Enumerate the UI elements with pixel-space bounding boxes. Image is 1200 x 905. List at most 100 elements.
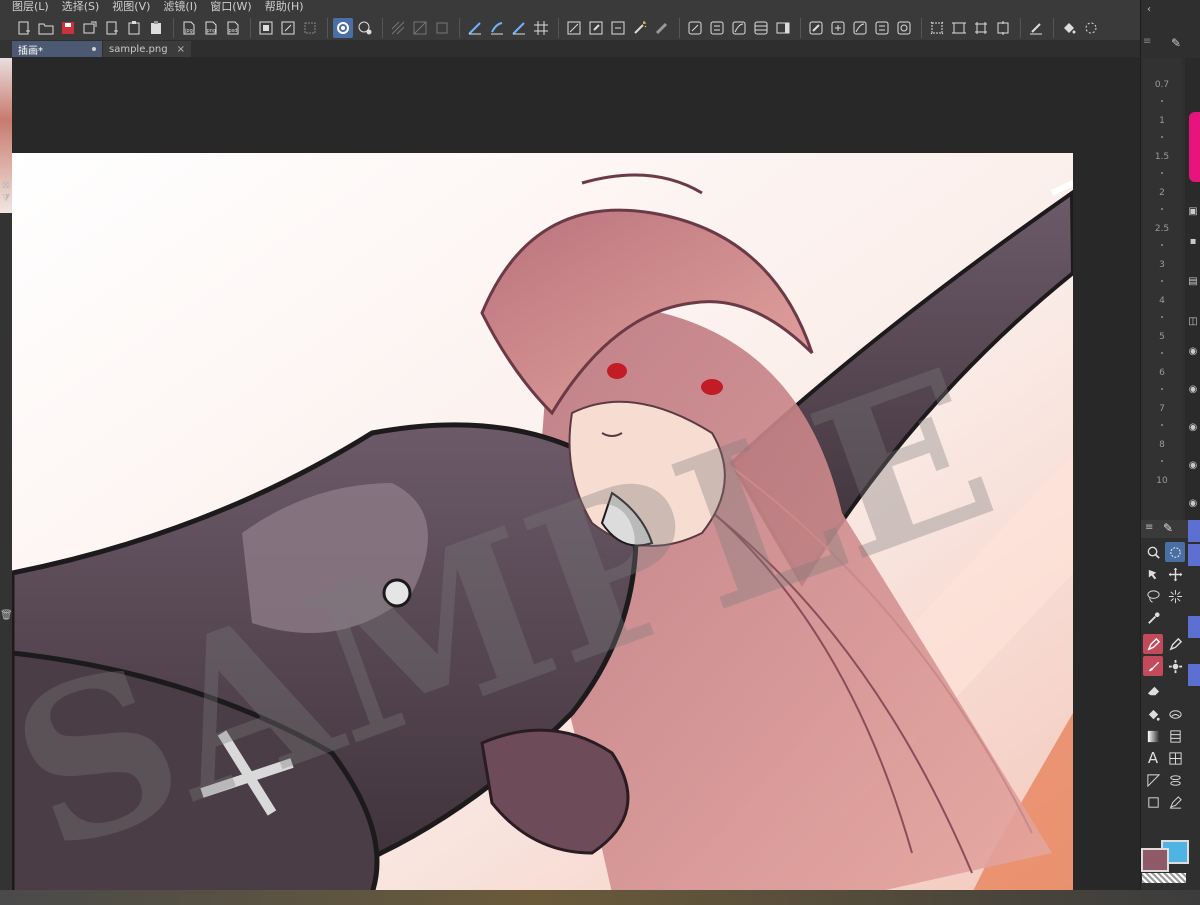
- export-icon[interactable]: [80, 18, 100, 38]
- square-icon[interactable]: [432, 18, 452, 38]
- panel-menu-icon[interactable]: ≡: [1145, 522, 1153, 533]
- canvas-size-icon[interactable]: [278, 18, 298, 38]
- selection-a-icon[interactable]: [806, 18, 826, 38]
- curve-snap-icon[interactable]: [487, 18, 507, 38]
- decoration-icon[interactable]: [1165, 656, 1185, 676]
- main-color-swatch[interactable]: [1141, 848, 1169, 872]
- navigator-zoom-icon[interactable]: ⊠: [0, 180, 12, 192]
- balloon-icon[interactable]: [1143, 770, 1163, 790]
- layer-folder-icon[interactable]: ▤: [1187, 276, 1199, 288]
- transform-icon[interactable]: [685, 18, 705, 38]
- eye-icon[interactable]: ◉: [1187, 498, 1199, 510]
- collapse-arrow-icon[interactable]: ‹: [1147, 4, 1151, 15]
- scale-icon[interactable]: [707, 18, 727, 38]
- drawing-canvas[interactable]: SAMPLE: [12, 153, 1073, 890]
- move-layer-icon[interactable]: [1143, 564, 1163, 584]
- zoom-icon[interactable]: [1143, 542, 1163, 562]
- crop-icon[interactable]: [300, 18, 320, 38]
- blend-icon[interactable]: [1165, 704, 1185, 724]
- figure-icon[interactable]: [1165, 726, 1185, 746]
- selection-c-icon[interactable]: [850, 18, 870, 38]
- eyedropper-icon[interactable]: [1143, 608, 1163, 628]
- ruler-icon[interactable]: [1165, 770, 1185, 790]
- save-icon[interactable]: [58, 18, 78, 38]
- auto-select-icon[interactable]: [1165, 586, 1185, 606]
- command-bar: jpg png psd: [0, 14, 1140, 42]
- fill-icon[interactable]: [1143, 704, 1163, 724]
- selection-e-icon[interactable]: [894, 18, 914, 38]
- export-png-icon[interactable]: png: [201, 18, 221, 38]
- layer-edit-icon[interactable]: [586, 18, 606, 38]
- rotate-view-icon[interactable]: [355, 18, 375, 38]
- grid-icon[interactable]: [531, 18, 551, 38]
- display-icon[interactable]: [773, 18, 793, 38]
- eye-icon[interactable]: ◉: [1187, 460, 1199, 472]
- paste-special-icon[interactable]: [146, 18, 166, 38]
- text-icon[interactable]: A: [1143, 748, 1163, 768]
- layer-mask-icon[interactable]: ◫: [1187, 316, 1199, 328]
- close-icon[interactable]: ×: [177, 44, 185, 55]
- panel-menu-icon[interactable]: ≡: [1143, 36, 1151, 47]
- export-psd-icon[interactable]: psd: [223, 18, 243, 38]
- hatch-b-icon[interactable]: [410, 18, 430, 38]
- transform-c-icon[interactable]: [971, 18, 991, 38]
- sub-tool-tab[interactable]: [1188, 664, 1200, 686]
- brush-size-icon[interactable]: ✎: [1171, 36, 1181, 50]
- eye-icon[interactable]: ◉: [1187, 346, 1199, 358]
- selection-b-icon[interactable]: [828, 18, 848, 38]
- transparent-color-swatch[interactable]: [1142, 873, 1186, 883]
- menu-view[interactable]: 视图(V): [112, 0, 150, 14]
- layer-link-icon[interactable]: ▪: [1187, 236, 1199, 248]
- tab-sample-png[interactable]: sample.png ×: [103, 41, 191, 57]
- eye-icon[interactable]: ◉: [1187, 384, 1199, 396]
- transform-a-icon[interactable]: [927, 18, 947, 38]
- layer-thumb-icon[interactable]: ▣: [1187, 206, 1199, 218]
- eye-icon[interactable]: ◉: [1187, 422, 1199, 434]
- sub-tool-tab[interactable]: [1188, 616, 1200, 638]
- gradient-icon[interactable]: [1143, 726, 1163, 746]
- eraser-icon[interactable]: [1143, 680, 1163, 700]
- tone-icon[interactable]: [564, 18, 584, 38]
- sub-tool-tab[interactable]: [1188, 544, 1200, 566]
- export-jpg-icon[interactable]: jpg: [179, 18, 199, 38]
- fill-bucket-icon[interactable]: [1059, 18, 1079, 38]
- move-icon[interactable]: [1165, 564, 1185, 584]
- frame-icon[interactable]: [1165, 748, 1185, 768]
- selection-d-icon[interactable]: [872, 18, 892, 38]
- tab-illustration[interactable]: 插画*: [12, 41, 102, 57]
- modified-dot-icon: [92, 47, 96, 51]
- select-icon[interactable]: [1165, 542, 1185, 562]
- snap-icon[interactable]: [333, 18, 353, 38]
- mesh-icon[interactable]: [751, 18, 771, 38]
- brush-clear-icon[interactable]: [652, 18, 672, 38]
- open-folder-icon[interactable]: [36, 18, 56, 38]
- hatch-icon[interactable]: [388, 18, 408, 38]
- operation-icon[interactable]: [1165, 792, 1185, 812]
- transform-b-icon[interactable]: [949, 18, 969, 38]
- layer-lock-icon[interactable]: [608, 18, 628, 38]
- copy-new-icon[interactable]: [102, 18, 122, 38]
- trash-icon[interactable]: 🗑: [0, 610, 13, 622]
- line-snap-icon[interactable]: [509, 18, 529, 38]
- ruler-snap-icon[interactable]: [465, 18, 485, 38]
- sub-tool-tab[interactable]: [1188, 520, 1200, 542]
- magic-wand-icon[interactable]: [630, 18, 650, 38]
- menu-select[interactable]: 选择(S): [62, 0, 100, 14]
- transform-d-icon[interactable]: [993, 18, 1013, 38]
- menu-layer[interactable]: 图层(L): [12, 0, 49, 14]
- new-file-icon[interactable]: [14, 18, 34, 38]
- pencil-icon[interactable]: [1165, 634, 1185, 654]
- menu-window[interactable]: 窗口(W): [210, 0, 251, 14]
- pen-pressure-icon[interactable]: [1026, 18, 1046, 38]
- lasso-icon[interactable]: [1143, 586, 1163, 606]
- fit-canvas-icon[interactable]: [256, 18, 276, 38]
- menu-filter[interactable]: 滤镜(I): [163, 0, 197, 14]
- navigator-flip-icon[interactable]: ⧩: [0, 193, 12, 205]
- pen-icon[interactable]: [1143, 634, 1163, 654]
- brush-size-ruler[interactable]: 0.7 1 1.5 2 2.5 3 4 5 6 7 8 10: [1143, 58, 1181, 520]
- skew-icon[interactable]: [729, 18, 749, 38]
- brush-icon[interactable]: [1143, 656, 1163, 676]
- correct-line-icon[interactable]: [1143, 792, 1163, 812]
- menu-help[interactable]: 帮助(H): [265, 0, 304, 14]
- paste-icon[interactable]: [124, 18, 144, 38]
